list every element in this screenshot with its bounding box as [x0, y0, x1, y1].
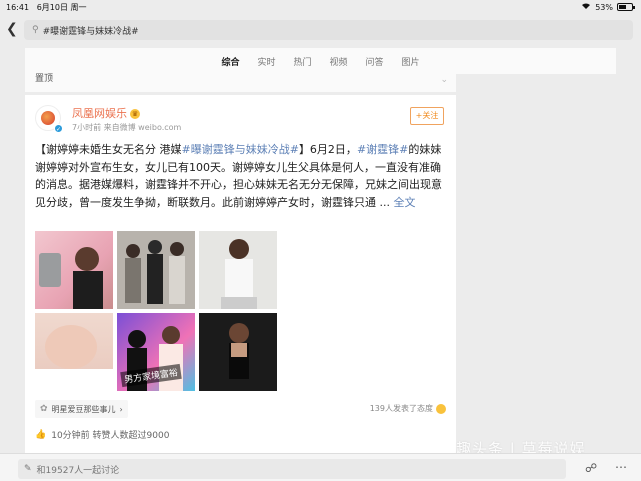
photo-3[interactable]: [199, 231, 277, 309]
post-link[interactable]: #谢霆锋#: [357, 143, 408, 156]
search-icon: ⚲: [32, 25, 39, 35]
photo-2[interactable]: [117, 231, 195, 309]
tab-1[interactable]: 实时: [257, 53, 275, 70]
like-summary-text: 10分钟前 转赞人数超过9000: [51, 431, 170, 441]
post-text-segment: 】6月2日，: [298, 143, 357, 156]
more-icon[interactable]: ⋯: [615, 460, 627, 474]
post-meta: 7小时前 来自微博 weibo.com: [72, 123, 182, 132]
chevron-right-icon: ›: [119, 404, 123, 414]
username-text: 凤凰网娱乐: [72, 107, 127, 120]
ifeng-logo: [41, 111, 55, 125]
tab-3[interactable]: 视频: [330, 53, 348, 70]
post-text-segment: 【谢婷婷未婚生女无名分 港媒: [35, 143, 182, 156]
verified-badge-icon: ✓: [54, 124, 63, 133]
back-button[interactable]: ❮: [6, 21, 18, 37]
topic-tag[interactable]: ✿ 明星爱豆那些事儿 ›: [35, 400, 128, 418]
chevron-down-icon[interactable]: ⌄: [440, 71, 448, 89]
pinned-label: 置顶: [35, 74, 54, 84]
laugh-emoji-icon: [436, 403, 446, 414]
post-link[interactable]: 全文: [393, 196, 415, 209]
attitudes-text: 139人发表了态度: [369, 404, 433, 413]
topic-tag-label: 明星爱豆那些事儿: [51, 404, 116, 414]
post-text[interactable]: 【谢婷婷未婚生女无名分 港媒#曝谢霆锋与妹妹冷战#】6月2日，#谢霆锋#的妹妹谢…: [35, 141, 447, 211]
search-header: ❮ ⚲ #曝谢霆锋与妹妹冷战#: [0, 14, 641, 46]
follow-button[interactable]: +关注: [410, 107, 444, 125]
tag-icon: ✿: [40, 404, 48, 414]
photo-1[interactable]: [35, 231, 113, 309]
share-icon[interactable]: ☍: [585, 461, 597, 475]
post-card: ✓ 凤凰网娱乐 ♛ 7小时前 来自微博 weibo.com +关注 【谢婷婷未婚生…: [25, 95, 456, 453]
wifi-icon: [581, 2, 591, 12]
tab-2[interactable]: 热门: [293, 53, 311, 70]
bottom-bar: ✎ 和19527人一起讨论 ☍ ⋯: [0, 453, 641, 481]
post-link[interactable]: #曝谢霆锋与妹妹冷战#: [182, 143, 299, 156]
photo-5[interactable]: 男方家境富裕: [117, 313, 195, 391]
edit-icon: ✎: [24, 464, 32, 474]
status-date: 6月10日 周一: [36, 3, 87, 12]
battery-percent: 53%: [595, 2, 613, 12]
tab-5[interactable]: 图片: [402, 53, 420, 70]
photo-4[interactable]: [35, 313, 113, 391]
tab-0[interactable]: 综合: [221, 53, 239, 74]
status-time-date: 16:41 6月10日 周一: [6, 2, 87, 13]
battery-icon: [617, 3, 635, 11]
attitudes-summary[interactable]: 139人发表了态度: [370, 403, 446, 414]
like-summary[interactable]: 👍 10分钟前 转赞人数超过9000: [35, 428, 170, 442]
status-time: 16:41: [6, 3, 30, 12]
discuss-input[interactable]: ✎ 和19527人一起讨论: [18, 459, 566, 479]
discuss-placeholder: 和19527人一起讨论: [36, 465, 120, 476]
pinned-row[interactable]: 置顶 ⌄: [25, 70, 456, 92]
search-input[interactable]: ⚲ #曝谢霆锋与妹妹冷战#: [24, 20, 633, 40]
post-username[interactable]: 凤凰网娱乐 ♛: [72, 105, 140, 121]
status-bar: 16:41 6月10日 周一 53%: [0, 0, 641, 14]
photo-6[interactable]: [199, 313, 277, 391]
vip-badge-icon: ♛: [130, 109, 140, 119]
tab-4[interactable]: 问答: [366, 53, 384, 70]
search-query: #曝谢霆锋与妹妹冷战#: [42, 26, 139, 37]
thumbs-up-icon: 👍: [35, 429, 47, 440]
status-indicators: 53%: [581, 2, 635, 12]
